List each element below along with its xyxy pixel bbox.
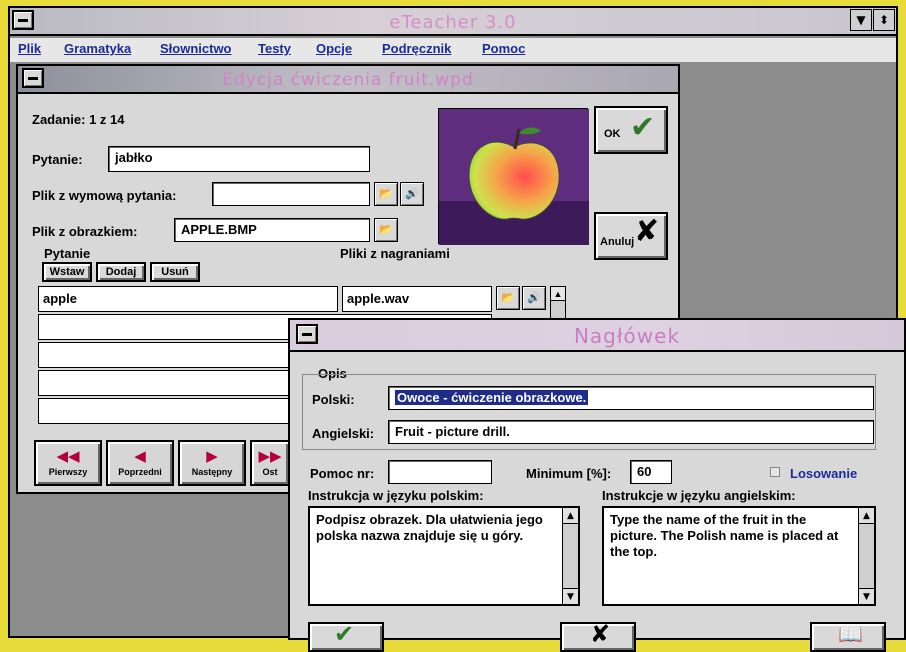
open-image-folder-icon[interactable]: 📂: [374, 218, 398, 242]
instructions-english-scrollbar[interactable]: ▲ ▼: [858, 508, 874, 604]
previous-button[interactable]: ◀ Poprzedni: [106, 440, 174, 486]
menu-podrecznik[interactable]: Podręcznik: [382, 41, 451, 56]
last-button[interactable]: ▶▶ Ost: [250, 440, 290, 486]
minimum-input[interactable]: 60: [630, 460, 672, 484]
header-system-menu-button[interactable]: [296, 324, 318, 344]
minimum-label: Minimum [%]:: [526, 466, 612, 481]
answers-group-label: Pytanie: [44, 246, 91, 261]
question-audio-label: Plik z wymową pytania:: [32, 188, 177, 203]
exercise-picture: [438, 108, 589, 245]
open-recording-icon[interactable]: 📂: [496, 286, 520, 310]
first-button[interactable]: ◀◀ Pierwszy: [34, 440, 102, 486]
scroll-down-icon[interactable]: ▼: [563, 588, 578, 604]
instructions-english-textarea[interactable]: Type the name of the fruit in the pictur…: [602, 506, 876, 606]
instructions-polish-label: Instrukcja w języku polskim:: [308, 488, 484, 503]
previous-icon: ◀: [134, 447, 146, 465]
polish-label: Polski:: [312, 392, 355, 407]
help-number-label: Pomoc nr:: [310, 466, 375, 481]
play-recording-icon[interactable]: 🔊: [522, 286, 546, 310]
image-file-input[interactable]: APPLE.BMP: [174, 218, 370, 242]
last-icon: ▶▶: [258, 447, 282, 465]
first-icon: ◀◀: [56, 447, 80, 465]
check-icon: ✔: [334, 620, 355, 648]
instructions-polish-scrollbar[interactable]: ▲ ▼: [562, 508, 578, 604]
header-cancel-button[interactable]: ✘: [560, 620, 636, 652]
menu-slownictwo[interactable]: Słownictwo: [160, 41, 232, 56]
task-counter: Zadanie: 1 z 14: [32, 112, 125, 127]
minimize-button[interactable]: ▼: [850, 9, 872, 31]
question-input[interactable]: jabłko: [108, 146, 370, 172]
random-label: Losowanie: [790, 466, 858, 481]
random-checkbox[interactable]: [770, 467, 780, 477]
next-button[interactable]: ▶ Następny: [178, 440, 246, 486]
header-dialog: Nagłówek Opis Polski: Owoce - ćwiczenie …: [288, 318, 906, 652]
instructions-polish-textarea[interactable]: Podpisz obrazek. Dla ułatwienia jego pol…: [308, 506, 580, 606]
restore-button[interactable]: ⬍: [873, 9, 895, 31]
scroll-up-icon[interactable]: ▲: [859, 508, 874, 524]
recordings-label: Pliki z nagraniami: [340, 246, 450, 261]
header-help-button[interactable]: 📖: [810, 622, 886, 652]
editor-title: Edycja ćwiczenia fruit.wpd: [222, 70, 474, 90]
question-label: Pytanie:: [32, 152, 83, 167]
answer-row[interactable]: apple: [38, 286, 338, 312]
book-icon: 📖: [838, 622, 863, 646]
menu-testy[interactable]: Testy: [258, 41, 291, 56]
insert-button[interactable]: Wstaw: [42, 262, 92, 282]
menu-bar: Plik Gramatyka Słownictwo Testy Opcje Po…: [10, 38, 896, 62]
header-ok-button[interactable]: ✔: [308, 620, 384, 652]
open-folder-icon[interactable]: 📂: [374, 182, 398, 206]
editor-titlebar[interactable]: Edycja ćwiczenia fruit.wpd: [18, 66, 678, 94]
header-titlebar[interactable]: Nagłówek: [290, 320, 904, 352]
menu-plik[interactable]: Plik: [18, 41, 41, 56]
next-icon: ▶: [206, 447, 218, 465]
header-title: Nagłówek: [573, 324, 681, 348]
apple-icon: [439, 109, 589, 245]
english-description-input[interactable]: Fruit - picture drill.: [388, 420, 874, 444]
speaker-icon[interactable]: 🔊: [400, 182, 424, 206]
menu-gramatyka[interactable]: Gramatyka: [64, 41, 131, 56]
cancel-button[interactable]: Anuluj ✘: [594, 212, 668, 260]
delete-button[interactable]: Usuń: [150, 262, 200, 282]
menu-pomoc[interactable]: Pomoc: [482, 41, 525, 56]
image-file-label: Plik z obrazkiem:: [32, 224, 138, 239]
cross-icon: ✘: [634, 214, 660, 249]
instructions-english-label: Instrukcje w języku angielskim:: [602, 488, 796, 503]
cross-icon: ✘: [590, 620, 611, 648]
menu-opcje[interactable]: Opcje: [316, 41, 352, 56]
ok-button[interactable]: OK ✔: [594, 106, 668, 154]
polish-description-input[interactable]: Owoce - ćwiczenie obrazkowe.: [388, 386, 874, 410]
question-audio-input[interactable]: [212, 182, 370, 206]
english-label: Angielski:: [312, 426, 375, 441]
app-title: eTeacher 3.0: [389, 12, 517, 33]
scroll-up-icon[interactable]: ▲: [563, 508, 578, 524]
main-titlebar[interactable]: eTeacher 3.0 ▼ ⬍: [10, 8, 896, 36]
answer-file-row[interactable]: apple.wav: [342, 286, 492, 312]
scroll-up-icon[interactable]: ▲: [551, 287, 565, 301]
check-icon: ✔: [630, 110, 656, 145]
scroll-down-icon[interactable]: ▼: [859, 588, 874, 604]
help-number-input[interactable]: [388, 460, 492, 484]
add-button[interactable]: Dodaj: [96, 262, 146, 282]
